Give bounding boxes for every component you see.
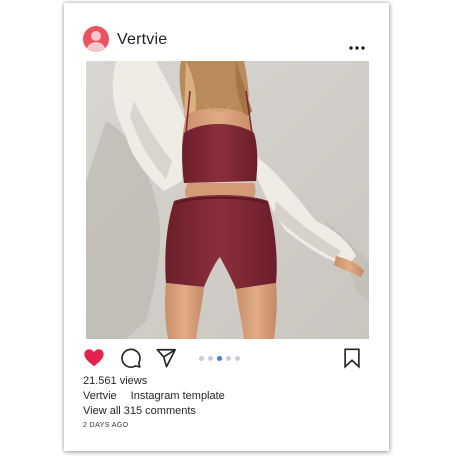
carousel-indicator bbox=[199, 356, 244, 362]
more-dots-icon[interactable] bbox=[349, 37, 365, 50]
instagram-post-card: Vertvie 21.561 views Vertvie Instagram t… bbox=[64, 3, 389, 451]
caption-username[interactable]: Vertvie bbox=[83, 390, 117, 402]
post-username[interactable]: Vertvie bbox=[117, 31, 167, 49]
post-timestamp: 2 DAYS AGO bbox=[83, 422, 129, 429]
carousel-dot[interactable] bbox=[226, 356, 231, 361]
view-count: 21.561 views bbox=[83, 375, 148, 387]
post-caption: Vertvie Instagram template bbox=[83, 390, 225, 402]
post-header: Vertvie bbox=[64, 3, 389, 58]
carousel-dot-active[interactable] bbox=[217, 356, 222, 361]
stage: Vertvie 21.561 views Vertvie Instagram t… bbox=[0, 0, 456, 456]
carousel-dot[interactable] bbox=[235, 356, 240, 361]
view-comments-link[interactable]: View all 315 comments bbox=[83, 405, 196, 417]
user-avatar-icon[interactable] bbox=[83, 26, 109, 52]
carousel-dot[interactable] bbox=[199, 356, 204, 361]
carousel-dot[interactable] bbox=[208, 356, 213, 361]
post-actions-bar bbox=[64, 343, 389, 373]
bookmark-icon[interactable] bbox=[341, 347, 363, 369]
heart-icon[interactable] bbox=[83, 347, 105, 369]
paper-plane-icon[interactable] bbox=[155, 347, 177, 369]
comment-bubble-icon[interactable] bbox=[120, 347, 142, 369]
caption-text: Instagram template bbox=[130, 390, 225, 402]
post-photo[interactable] bbox=[86, 61, 369, 339]
